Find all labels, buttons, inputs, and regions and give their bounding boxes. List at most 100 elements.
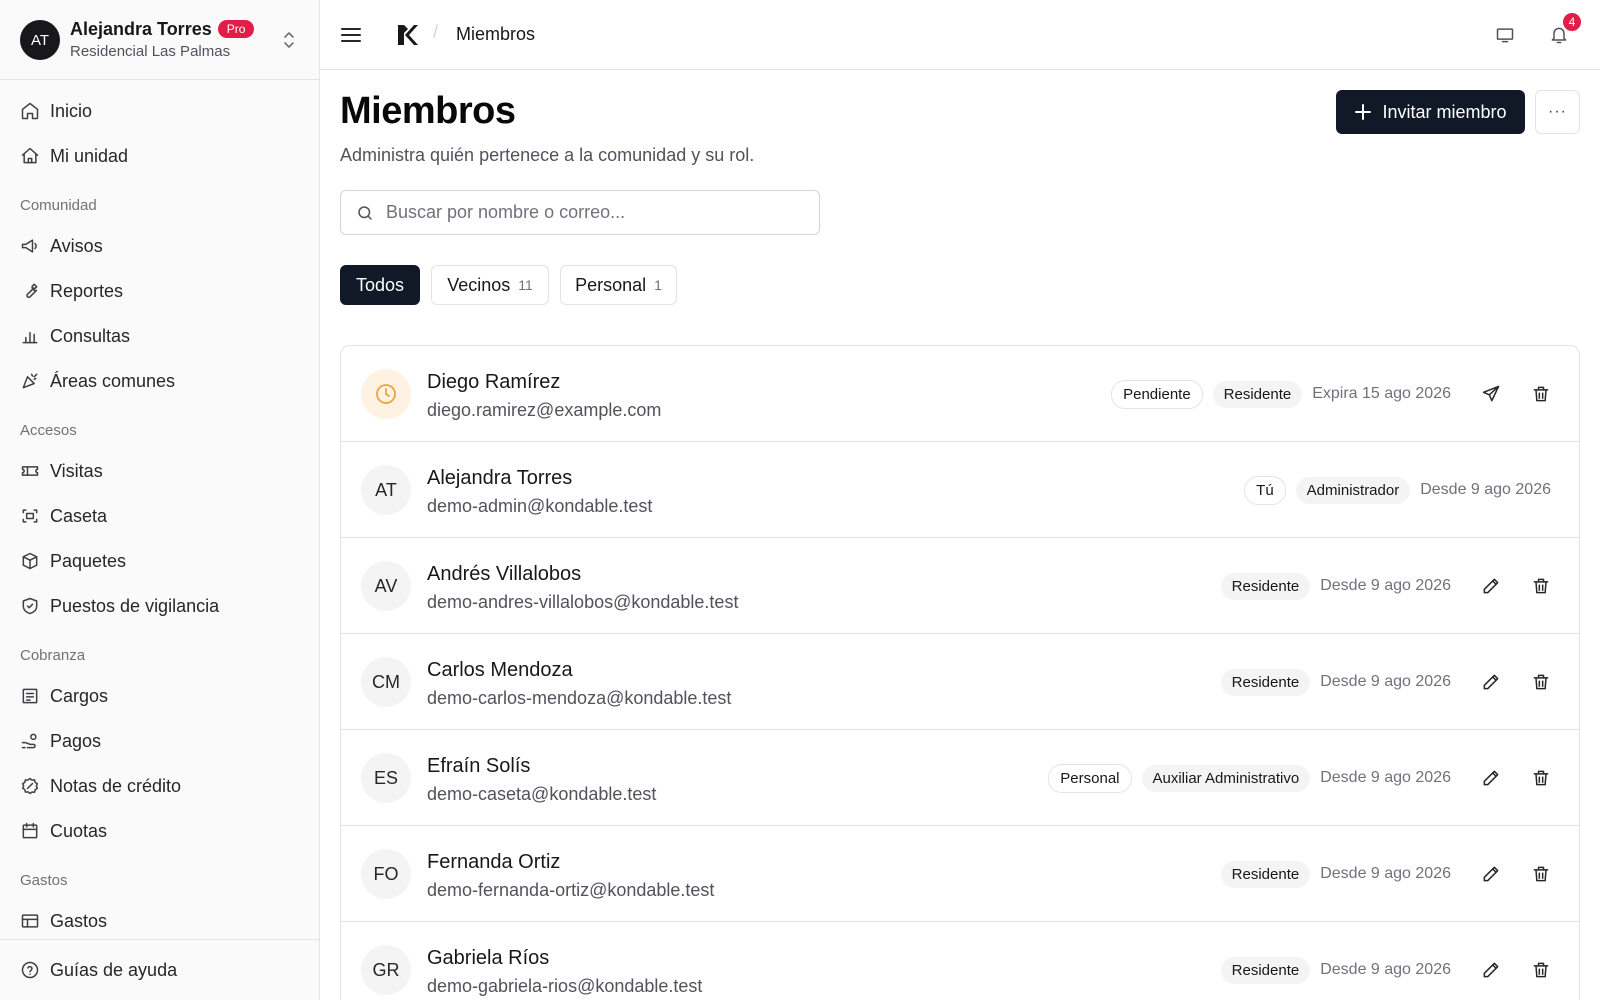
member-row[interactable]: AV Andrés Villalobos demo-andres-villalo… — [341, 538, 1579, 634]
tab-personal[interactable]: Personal 1 — [560, 265, 677, 305]
nav-item-consultas[interactable]: Consultas — [20, 318, 300, 354]
trash-icon — [1533, 578, 1549, 594]
shield-check-icon — [22, 597, 38, 615]
trash-icon — [1533, 770, 1549, 786]
house-icon — [21, 147, 39, 164]
monitor-icon[interactable] — [1495, 25, 1515, 45]
search-input[interactable] — [386, 202, 806, 223]
tab-vecinos[interactable]: Vecinos 11 — [431, 265, 549, 305]
member-meta: Residente Desde 9 ago 2026 — [1220, 860, 1561, 888]
nav-item-notas-credito[interactable]: Notas de crédito — [20, 768, 300, 804]
wrench-icon — [26, 283, 38, 299]
avatar: GR — [361, 945, 411, 995]
more-options-button[interactable]: ··· — [1535, 90, 1580, 134]
calendar-icon — [22, 822, 38, 839]
member-date: Desde 9 ago 2026 — [1320, 769, 1451, 786]
member-date: Desde 9 ago 2026 — [1320, 961, 1451, 978]
role-badge: Residente — [1220, 956, 1311, 984]
nav-item-gastos[interactable]: Gastos — [20, 903, 300, 939]
delete-button[interactable] — [1521, 860, 1561, 888]
nav-section-accesos: Accesos — [20, 422, 77, 439]
nav-section-comunidad: Comunidad — [20, 197, 97, 214]
member-name: Andrés Villalobos — [427, 563, 582, 585]
member-name: Diego Ramírez — [427, 371, 561, 393]
delete-button[interactable] — [1521, 380, 1561, 408]
search-box[interactable] — [340, 190, 820, 235]
nav-item-paquetes[interactable]: Paquetes — [20, 543, 300, 579]
member-row[interactable]: ES Efraín Solís demo-caseta@kondable.tes… — [341, 730, 1579, 826]
role-badge: Residente — [1212, 380, 1303, 408]
nav-item-puestos-vigilancia[interactable]: Puestos de vigilancia — [20, 588, 300, 624]
notification-count-badge: 4 — [1561, 11, 1583, 33]
member-meta: Residente Desde 9 ago 2026 — [1220, 956, 1561, 984]
megaphone-icon — [21, 239, 37, 253]
avatar: AT — [361, 465, 411, 515]
help-circle-icon — [21, 961, 39, 979]
member-email: demo-fernanda-ortiz@kondable.test — [427, 880, 715, 900]
account-name: Alejandra Torres Pro — [70, 19, 255, 40]
delete-button[interactable] — [1521, 572, 1561, 600]
nav-item-areas-comunes[interactable]: Áreas comunes — [20, 363, 300, 399]
member-meta: Pendiente Residente Expira 15 ago 2026 — [1111, 379, 1561, 409]
kondable-logo-icon[interactable] — [395, 23, 419, 47]
member-row[interactable]: FO Fernanda Ortiz demo-fernanda-ortiz@ko… — [341, 826, 1579, 922]
member-email: demo-gabriela-rios@kondable.test — [427, 976, 703, 996]
nav-item-cuotas[interactable]: Cuotas — [20, 813, 300, 849]
chevrons-up-down-icon[interactable] — [281, 28, 297, 52]
member-row[interactable]: Diego Ramírez diego.ramirez@example.com … — [341, 346, 1579, 442]
member-email: demo-caseta@kondable.test — [427, 784, 657, 804]
nav-item-visitas[interactable]: Visitas — [20, 453, 300, 489]
breadcrumb-separator: / — [433, 22, 439, 42]
trash-icon — [1533, 386, 1549, 402]
member-row[interactable]: CM Carlos Mendoza demo-carlos-mendoza@ko… — [341, 634, 1579, 730]
nav-item-caseta[interactable]: Caseta — [20, 498, 300, 534]
topbar: / Miembros 4 — [320, 0, 1600, 70]
sidebar: AT Alejandra Torres Pro Residencial Las P… — [0, 0, 320, 1000]
nav-item-avisos[interactable]: Avisos — [20, 228, 300, 264]
avatar: AT — [20, 20, 60, 60]
edit-button[interactable] — [1471, 764, 1511, 792]
trash-icon — [1533, 962, 1549, 978]
member-name: Fernanda Ortiz — [427, 851, 561, 873]
invite-member-button[interactable]: Invitar miembro — [1336, 90, 1525, 134]
nav-item-inicio[interactable]: Inicio — [20, 93, 300, 129]
member-meta: Residente Desde 9 ago 2026 — [1220, 572, 1561, 600]
nav-item-pagos[interactable]: Pagos — [20, 723, 300, 759]
nav-item-reportes[interactable]: Reportes — [20, 273, 300, 309]
spreadsheet-icon — [21, 914, 39, 928]
tab-count: 1 — [654, 277, 662, 293]
edit-button[interactable] — [1471, 572, 1511, 600]
delete-button[interactable] — [1521, 764, 1561, 792]
avatar: AV — [361, 561, 411, 611]
nav-item-cargos[interactable]: Cargos — [20, 678, 300, 714]
edit-button[interactable] — [1471, 956, 1511, 984]
tab-todos[interactable]: Todos — [340, 265, 420, 305]
member-name: Alejandra Torres — [427, 467, 573, 489]
account-switcher[interactable]: AT Alejandra Torres Pro Residencial Las P… — [0, 0, 319, 80]
scan-icon — [22, 509, 38, 523]
page-title: Miembros — [340, 90, 516, 132]
delete-button[interactable] — [1521, 668, 1561, 696]
edit-button[interactable] — [1471, 860, 1511, 888]
member-date: Expira 15 ago 2026 — [1312, 385, 1451, 402]
clock-icon — [376, 384, 396, 404]
nav-item-mi-unidad[interactable]: Mi unidad — [20, 138, 300, 174]
delete-button[interactable] — [1521, 956, 1561, 984]
pencil-icon — [1483, 866, 1499, 882]
member-email: diego.ramirez@example.com — [427, 400, 662, 420]
menu-icon[interactable] — [340, 24, 362, 46]
member-meta: Tú Administrador Desde 9 ago 2026 — [1244, 475, 1561, 505]
receipt-icon — [22, 688, 38, 704]
resend-invite-button[interactable] — [1471, 380, 1511, 408]
member-date: Desde 9 ago 2026 — [1320, 577, 1451, 594]
member-email: demo-andres-villalobos@kondable.test — [427, 592, 739, 612]
badge-percent-icon — [21, 777, 39, 795]
edit-button[interactable] — [1471, 668, 1511, 696]
member-email: demo-carlos-mendoza@kondable.test — [427, 688, 732, 708]
party-popper-icon — [22, 373, 38, 389]
nav-item-guias-ayuda[interactable]: Guías de ayuda — [20, 952, 300, 988]
member-row[interactable]: GR Gabriela Ríos demo-gabriela-rios@kond… — [341, 922, 1579, 1000]
breadcrumb[interactable]: Miembros — [456, 24, 535, 45]
member-row[interactable]: AT Alejandra Torres demo-admin@kondable.… — [341, 442, 1579, 538]
nav-section-cobranza: Cobranza — [20, 647, 86, 664]
